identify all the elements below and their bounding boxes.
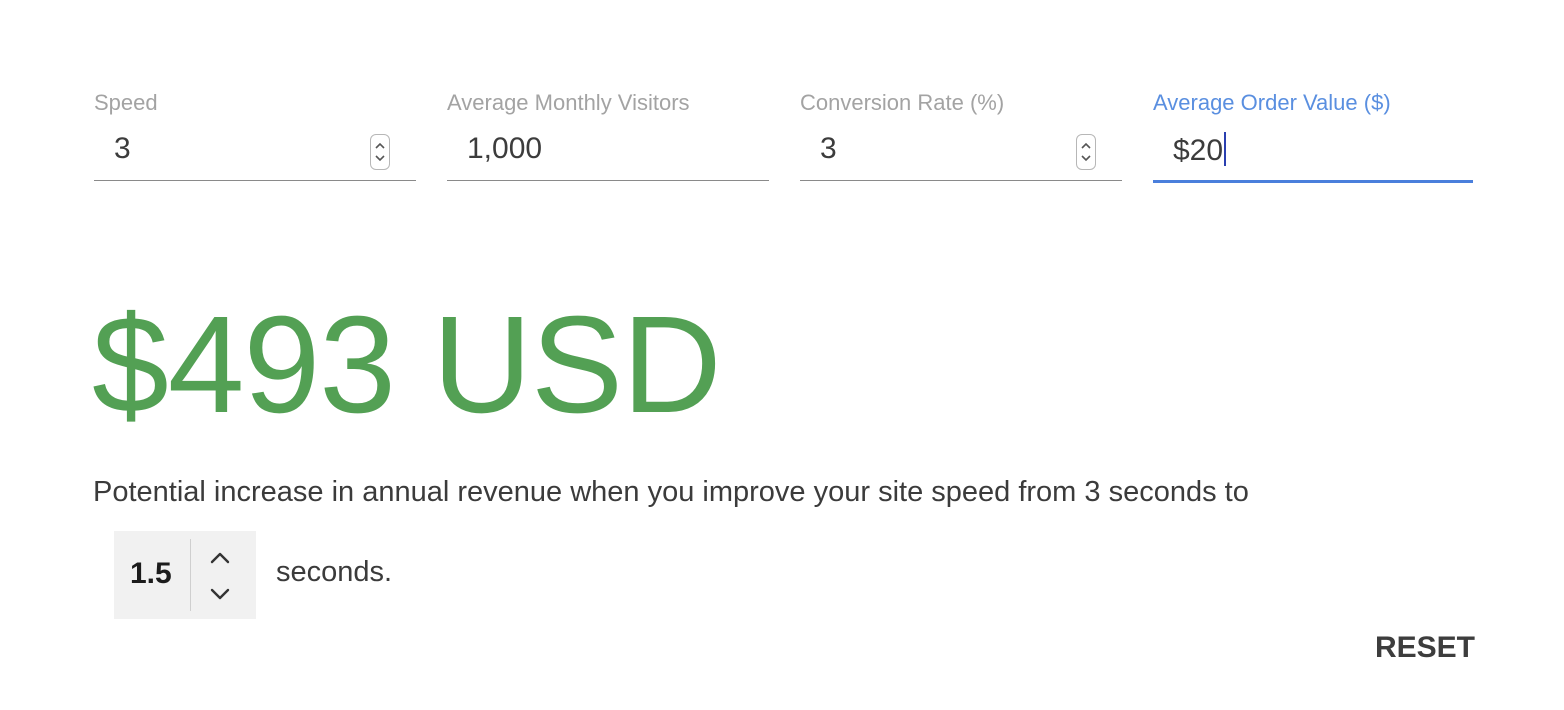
visitors-field[interactable]: Average Monthly Visitors 1,000 [447,88,769,184]
chevron-up-icon[interactable] [208,547,232,569]
reset-button[interactable]: RESET [1366,628,1484,668]
chevron-up-icon[interactable] [374,140,386,152]
visitors-underline [447,180,769,181]
chevron-up-icon[interactable] [1080,140,1092,152]
speed-label: Speed [94,90,158,115]
order-value-text: $20 [1173,134,1224,167]
result-description: Potential increase in annual revenue whe… [93,476,1249,508]
speed-spinner[interactable] [370,134,390,170]
speed-calculator: Speed 3 Average Monthly Visitors 1,000 C… [0,0,1564,710]
order-value-label: Average Order Value ($) [1153,90,1391,115]
chevron-down-icon[interactable] [208,583,232,605]
speed-field[interactable]: Speed 3 [94,88,416,184]
revenue-increase-amount: $493 USD [92,288,722,442]
chevron-down-icon[interactable] [374,152,386,164]
conversion-rate-spinner[interactable] [1076,134,1096,170]
order-value-field[interactable]: Average Order Value ($) $20 [1153,88,1473,184]
visitors-label: Average Monthly Visitors [447,90,690,115]
speed-input[interactable]: 3 [114,132,131,166]
conversion-rate-input[interactable]: 3 [820,132,837,166]
target-speed-stepper[interactable]: 1.5 [114,531,256,619]
target-speed-value[interactable]: 1.5 [130,557,172,591]
stepper-divider [190,539,191,611]
visitors-input[interactable]: 1,000 [467,132,542,166]
order-value-underline [1153,180,1473,183]
conversion-rate-field[interactable]: Conversion Rate (%) 3 [800,88,1122,184]
seconds-suffix: seconds. [276,556,393,588]
text-caret [1224,132,1227,166]
conversion-rate-label: Conversion Rate (%) [800,90,1005,115]
order-value-input[interactable]: $20 [1173,132,1227,168]
chevron-down-icon[interactable] [1080,152,1092,164]
speed-underline [94,180,416,181]
conversion-rate-underline [800,180,1122,181]
